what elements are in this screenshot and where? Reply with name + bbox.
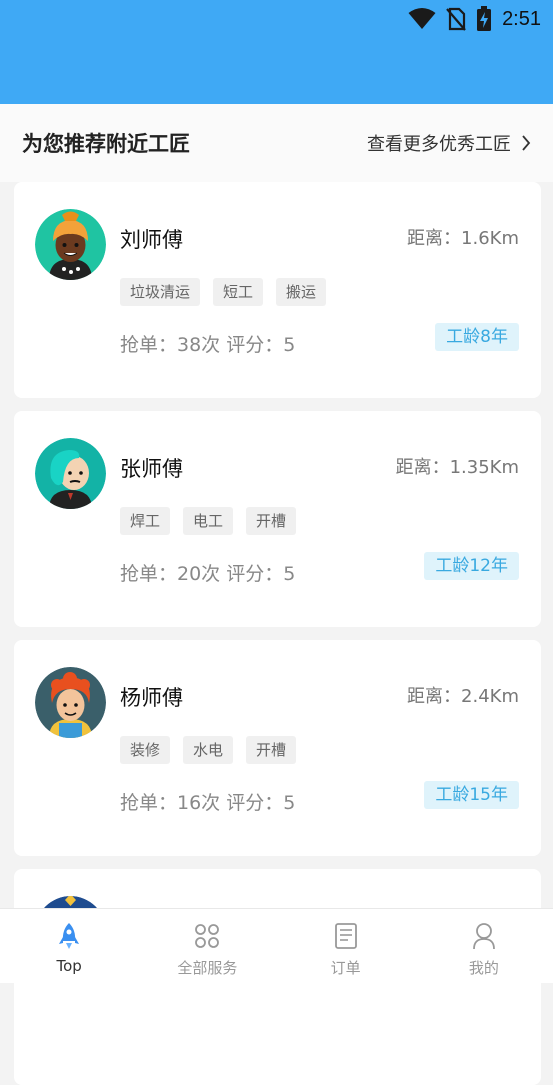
worker-name: 刘师傅 xyxy=(120,228,183,252)
status-time: 2:51 xyxy=(502,7,541,30)
skill-tag: 搬运 xyxy=(276,278,327,306)
nav-label: Top xyxy=(56,957,82,975)
avatar-woman-headwrap-icon xyxy=(35,209,106,280)
no-sim-icon xyxy=(446,7,466,31)
nav-label: 订单 xyxy=(330,959,361,977)
person-icon xyxy=(469,921,499,951)
skill-tag: 焊工 xyxy=(120,507,171,535)
section-title: 为您推荐附近工匠 xyxy=(22,132,190,156)
battery-charging-icon xyxy=(477,6,492,31)
worker-distance: 距离：2.4Km xyxy=(407,686,519,707)
nav-label: 全部服务 xyxy=(177,959,238,977)
skill-tag: 开槽 xyxy=(246,736,297,764)
worker-stats: 抢单：20次 评分：5 xyxy=(120,563,296,585)
skill-tag: 开槽 xyxy=(246,507,297,535)
rocket-icon xyxy=(54,921,84,951)
skill-tag: 装修 xyxy=(120,736,171,764)
avatar-man-cyan-hair-icon xyxy=(35,438,106,509)
seniority-badge: 工龄15年 xyxy=(424,781,519,809)
chevron-right-icon xyxy=(522,135,531,151)
document-icon xyxy=(331,921,361,951)
seniority-badge: 工龄8年 xyxy=(435,323,519,351)
nav-tab-all-services[interactable]: 全部服务 xyxy=(138,909,276,983)
worker-card[interactable]: 刘师傅 距离：1.6Km 垃圾清运 短工 搬运 抢单：38次 评分：5 工龄8年 xyxy=(14,182,541,398)
avatar-man-red-curly-hair-icon xyxy=(35,667,106,738)
skill-tag: 电工 xyxy=(183,507,234,535)
bottom-nav: Top 全部服务 订单 我的 xyxy=(0,908,553,983)
section-header: 为您推荐附近工匠 查看更多优秀工匠 xyxy=(0,104,553,182)
nav-tab-me[interactable]: 我的 xyxy=(415,909,553,983)
grid-icon xyxy=(192,921,222,951)
status-bar: 2:51 xyxy=(0,0,553,104)
worker-name: 张师傅 xyxy=(120,457,183,481)
worker-name: 杨师傅 xyxy=(120,686,183,710)
nav-label: 我的 xyxy=(468,959,499,977)
status-icons: 2:51 xyxy=(408,6,541,32)
skill-tags: 垃圾清运 短工 搬运 xyxy=(120,278,327,306)
worker-card[interactable]: 张师傅 距离：1.35Km 焊工 电工 开槽 抢单：20次 评分：5 工龄12年 xyxy=(14,411,541,627)
skill-tags: 装修 水电 开槽 xyxy=(120,736,297,764)
skill-tag: 短工 xyxy=(213,278,264,306)
see-more-link[interactable]: 查看更多优秀工匠 xyxy=(367,130,531,156)
worker-card[interactable]: 杨师傅 距离：2.4Km 装修 水电 开槽 抢单：16次 评分：5 工龄15年 xyxy=(14,640,541,856)
worker-stats: 抢单：38次 评分：5 xyxy=(120,334,296,356)
skill-tag: 垃圾清运 xyxy=(120,278,201,306)
worker-distance: 距离：1.35Km xyxy=(395,457,519,478)
worker-distance: 距离：1.6Km xyxy=(407,228,519,249)
seniority-badge: 工龄12年 xyxy=(424,552,519,580)
skill-tags: 焊工 电工 开槽 xyxy=(120,507,297,535)
wifi-icon xyxy=(408,8,436,29)
see-more-label: 查看更多优秀工匠 xyxy=(367,134,511,155)
nav-tab-orders[interactable]: 订单 xyxy=(277,909,415,983)
worker-stats: 抢单：16次 评分：5 xyxy=(120,792,296,814)
nav-tab-top[interactable]: Top xyxy=(0,909,138,983)
skill-tag: 水电 xyxy=(183,736,234,764)
